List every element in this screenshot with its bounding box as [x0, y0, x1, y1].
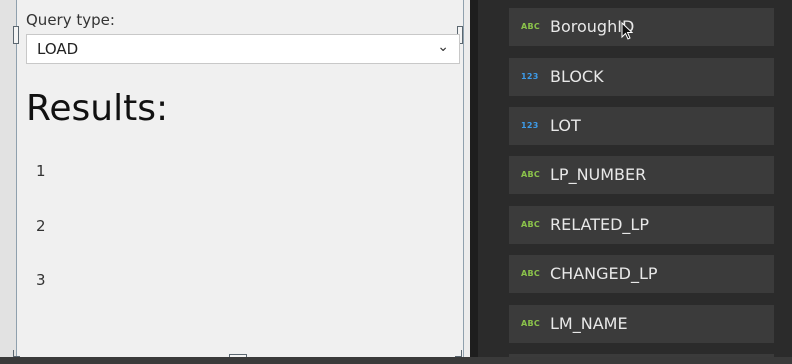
result-item: 3	[36, 271, 46, 289]
field-name: LP_NUMBER	[550, 165, 647, 184]
query-type-label: Query type:	[26, 11, 115, 29]
canvas-edge	[0, 0, 16, 364]
results-title: Results:	[26, 88, 169, 129]
text-type-icon: ABC	[521, 269, 541, 278]
number-type-icon: 123	[521, 121, 539, 130]
number-type-icon: 123	[521, 72, 539, 81]
field-name: CHANGED_LP	[550, 264, 658, 283]
chevron-down-icon: ⌄	[437, 39, 449, 55]
mouse-pointer-icon	[621, 22, 633, 40]
field-item-block[interactable]: 123 BLOCK	[509, 58, 774, 96]
fields-panel: ABC BoroughID 123 BLOCK 123 LOT ABC LP_N…	[478, 0, 792, 364]
field-name: RELATED_LP	[550, 215, 649, 234]
field-name: LM_NAME	[550, 314, 628, 333]
resize-corner-bottom-right[interactable]	[455, 350, 462, 357]
query-type-select[interactable]: LOAD ⌄	[26, 34, 460, 64]
result-item: 2	[36, 217, 46, 235]
field-name: BLOCK	[550, 67, 604, 86]
field-name: LOT	[550, 116, 581, 135]
text-type-icon: ABC	[521, 220, 541, 229]
field-item-lot[interactable]: 123 LOT	[509, 107, 774, 145]
bottom-bar	[0, 357, 792, 364]
resize-corner-bottom-left[interactable]	[13, 350, 20, 357]
field-item-lp-number[interactable]: ABC LP_NUMBER	[509, 156, 774, 194]
query-type-value: LOAD	[37, 40, 79, 58]
panel-divider[interactable]	[470, 0, 478, 364]
resize-handle-left[interactable]	[13, 26, 19, 44]
field-item-lm-name[interactable]: ABC LM_NAME	[509, 305, 774, 343]
field-item-boroughid[interactable]: ABC BoroughID	[509, 8, 774, 46]
text-type-icon: ABC	[521, 170, 541, 179]
field-item-changed-lp[interactable]: ABC CHANGED_LP	[509, 255, 774, 293]
text-type-icon: ABC	[521, 22, 541, 31]
field-item-related-lp[interactable]: ABC RELATED_LP	[509, 206, 774, 244]
result-item: 1	[36, 162, 46, 180]
text-type-icon: ABC	[521, 319, 541, 328]
form-canvas: Query type: LOAD ⌄ Results: 1 2 3	[0, 0, 470, 364]
